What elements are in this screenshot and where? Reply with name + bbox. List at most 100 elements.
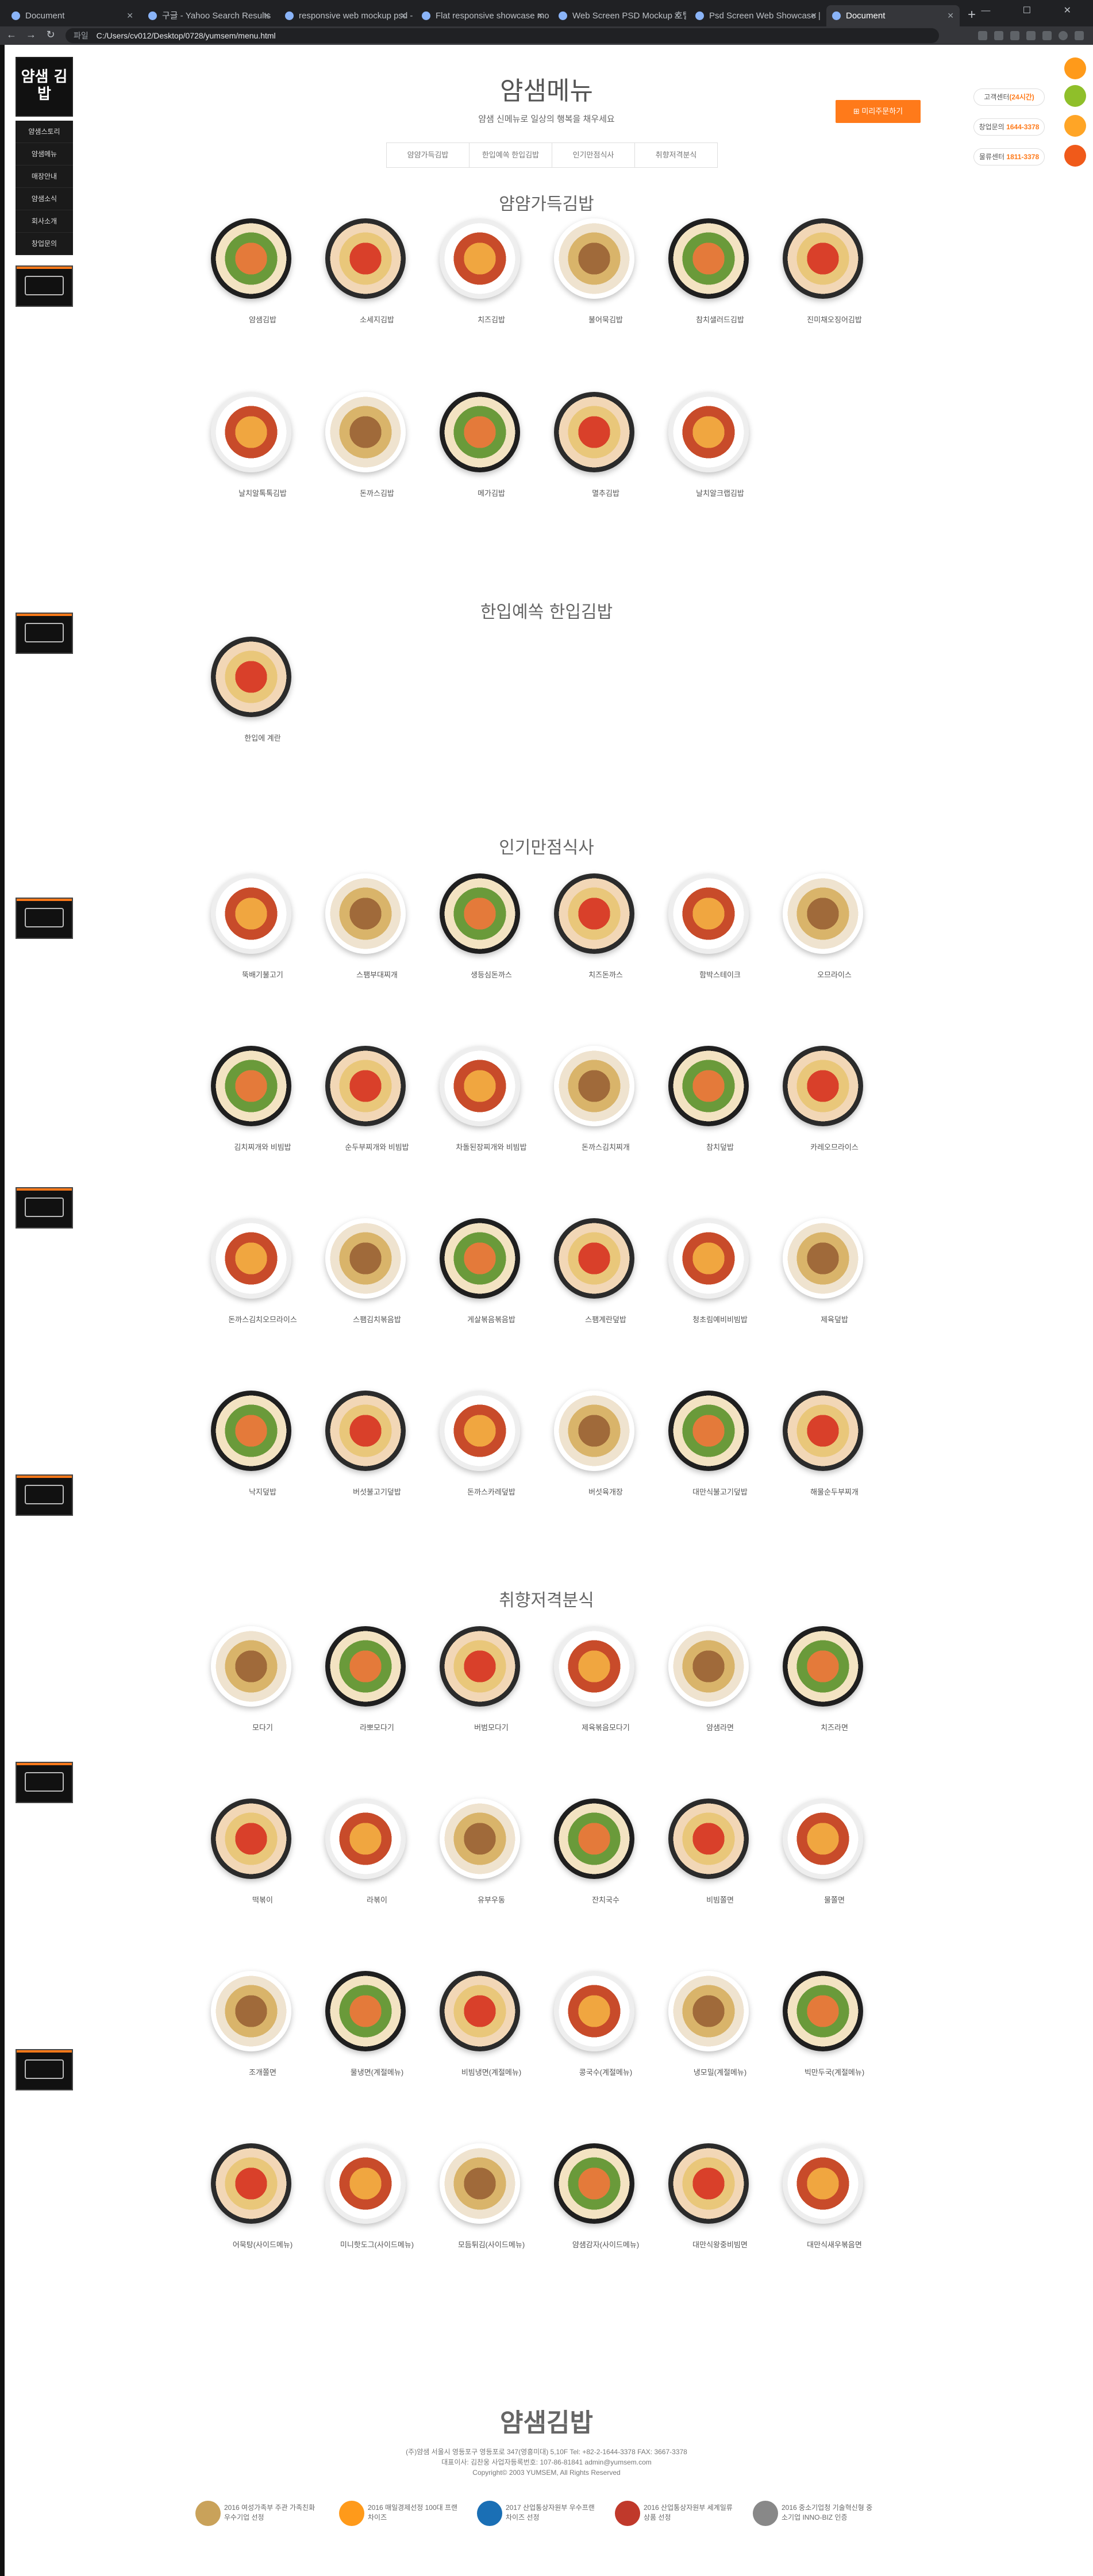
menu-item-image[interactable] (668, 873, 749, 954)
menu-item-image[interactable] (211, 392, 291, 472)
menu-item-image[interactable] (668, 1626, 749, 1707)
browser-tab[interactable]: Document ✕ (826, 5, 960, 26)
menu-item-card[interactable]: 카레오므라이스 (760, 1046, 863, 1195)
menu-item-card[interactable]: 비빔쫄면 (645, 1799, 749, 1948)
menu-icon[interactable] (1075, 31, 1084, 40)
menu-item-card[interactable]: 치즈라면 (760, 1626, 863, 1776)
menu-item-card[interactable]: 빅만두국(계절메뉴) (760, 1971, 864, 2120)
menu-item-image[interactable] (211, 1971, 291, 2051)
menu-item-image[interactable] (325, 392, 406, 472)
menu-item-image[interactable] (668, 1218, 749, 1299)
menu-item-card[interactable]: 물냉면(계절메뉴) (302, 1971, 406, 2120)
menu-item-card[interactable]: 뚝배기불고기 (188, 873, 291, 1023)
menu-item-image[interactable] (440, 2143, 520, 2224)
address-input[interactable]: 파일 C:/Users/cv012/Desktop/0728/yumsem/me… (66, 28, 939, 43)
menu-item-card[interactable]: 낙지덮밥 (188, 1391, 291, 1540)
category-tab[interactable]: 한입예쏙 한입김밥 (469, 143, 552, 168)
profile-icon[interactable] (1059, 31, 1068, 40)
menu-item-image[interactable] (783, 1391, 863, 1471)
menu-item-image[interactable] (554, 2143, 634, 2224)
menu-item-image[interactable] (325, 1971, 406, 2051)
menu-item-card[interactable]: 참치샐러드김밥 (645, 218, 749, 368)
menu-item-card[interactable]: 김치찌개와 비빔밥 (188, 1046, 291, 1195)
menu-item-card[interactable]: 돈까스김밥 (302, 392, 406, 541)
menu-item-image[interactable] (325, 873, 406, 954)
menu-item-card[interactable]: 치즈돈까스 (531, 873, 634, 1023)
menu-item-card[interactable]: 얌샘감자(사이드메뉴) (531, 2143, 639, 2293)
menu-item-image[interactable] (211, 2143, 291, 2224)
menu-item-image[interactable] (440, 1391, 520, 1471)
menu-item-image[interactable] (783, 873, 863, 954)
new-tab-button[interactable]: + (968, 7, 976, 23)
extension-icon[interactable] (1026, 31, 1036, 40)
menu-item-card[interactable]: 해물순두부찌개 (760, 1391, 863, 1540)
menu-item-card[interactable]: 돈까스김치오므라이스 (188, 1218, 297, 1368)
forward-icon[interactable]: → (24, 29, 38, 41)
menu-item-card[interactable]: 버범모다기 (417, 1626, 520, 1776)
franchise-inquiry-pill[interactable]: 창업문의 1644-3378 (973, 118, 1045, 136)
truck-icon[interactable] (1064, 145, 1086, 167)
category-tab[interactable]: 인기만점식사 (552, 143, 635, 168)
menu-item-image[interactable] (211, 1626, 291, 1707)
menu-item-image[interactable] (668, 1046, 749, 1126)
menu-item-image[interactable] (325, 1391, 406, 1471)
close-tab-icon[interactable]: ✕ (263, 5, 270, 26)
menu-item-image[interactable] (554, 218, 634, 299)
reload-icon[interactable]: ↻ (44, 29, 57, 41)
preorder-button[interactable]: ⊞ 미리주문하기 (836, 100, 921, 123)
menu-item-image[interactable] (440, 1799, 520, 1879)
category-tab[interactable]: 취향저격분식 (634, 143, 718, 168)
menu-item-card[interactable]: 물쫄면 (760, 1799, 863, 1948)
back-icon[interactable]: ← (5, 29, 18, 41)
menu-item-image[interactable] (554, 1971, 634, 2051)
menu-item-card[interactable]: 메가김밥 (417, 392, 520, 541)
menu-item-image[interactable] (440, 1971, 520, 2051)
menu-item-card[interactable]: 콩국수(계절메뉴) (531, 1971, 634, 2120)
menu-item-card[interactable]: 순두부찌개와 비빔밥 (302, 1046, 409, 1195)
menu-item-card[interactable]: 돈까스카레덮밥 (417, 1391, 520, 1540)
menu-item-card[interactable]: 라뽀모다기 (302, 1626, 406, 1776)
menu-item-image[interactable] (325, 218, 406, 299)
menu-item-image[interactable] (783, 1799, 863, 1879)
menu-item-card[interactable]: 게살볶음볶음밥 (417, 1218, 520, 1368)
menu-item-image[interactable] (211, 1218, 291, 1299)
window-controls[interactable]: — ☐ ✕ (981, 5, 1086, 16)
menu-item-card[interactable]: 청초림예비비빔밥 (645, 1218, 749, 1368)
menu-item-card[interactable]: 얌샘라면 (645, 1626, 749, 1776)
menu-item-image[interactable] (668, 1971, 749, 2051)
menu-item-image[interactable] (440, 1046, 520, 1126)
close-tab-icon[interactable]: ✕ (126, 5, 133, 26)
menu-item-card[interactable]: 냉모밀(계절메뉴) (645, 1971, 749, 2120)
side-menu-item[interactable]: 창업문의 (16, 233, 73, 255)
menu-item-card[interactable]: 미니핫도그(사이드메뉴) (302, 2143, 414, 2293)
menu-item-image[interactable] (554, 1391, 634, 1471)
menu-item-image[interactable] (440, 218, 520, 299)
category-tab[interactable]: 얌얌가득김밥 (386, 143, 469, 168)
menu-item-card[interactable]: 치즈김밥 (417, 218, 520, 368)
extension-icon[interactable] (1010, 31, 1019, 40)
menu-item-image[interactable] (325, 1799, 406, 1879)
menu-item-image[interactable] (554, 1799, 634, 1879)
menu-item-image[interactable] (211, 1799, 291, 1879)
close-tab-icon[interactable]: ✕ (537, 5, 544, 26)
menu-item-card[interactable]: 한입에 계란 (188, 637, 291, 786)
menu-item-card[interactable]: 참치덮밥 (645, 1046, 749, 1195)
menu-item-card[interactable]: 불어묵김밥 (531, 218, 634, 368)
close-tab-icon[interactable]: ✕ (947, 5, 954, 26)
menu-item-image[interactable] (440, 392, 520, 472)
share-icon[interactable] (1064, 57, 1086, 79)
browser-tab[interactable]: Document ✕ (6, 5, 139, 26)
menu-item-card[interactable]: 모듬튀김(사이드메뉴) (417, 2143, 525, 2293)
menu-item-image[interactable] (440, 873, 520, 954)
menu-item-image[interactable] (211, 218, 291, 299)
menu-item-card[interactable]: 라볶이 (302, 1799, 406, 1948)
menu-item-image[interactable] (668, 2143, 749, 2224)
browser-tab[interactable]: responsive web mockup psd - ✕ (279, 5, 413, 26)
menu-item-image[interactable] (783, 1971, 863, 2051)
menu-item-card[interactable]: 대만식불고기덮밥 (645, 1391, 749, 1540)
menu-item-image[interactable] (668, 218, 749, 299)
menu-item-card[interactable]: 대만식새우볶음면 (760, 2143, 863, 2293)
menu-item-card[interactable]: 잔치국수 (531, 1799, 634, 1948)
browser-tab[interactable]: Web Screen PSD Mockup 호텔 ✕ (553, 5, 686, 26)
logistics-pill[interactable]: 물류센터 1811-3378 (973, 148, 1045, 165)
